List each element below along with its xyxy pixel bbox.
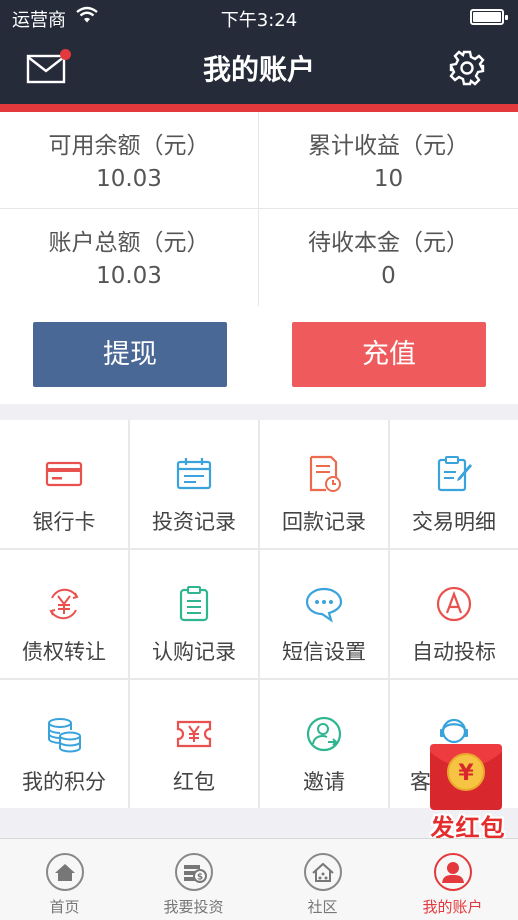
grid-label: 红包 <box>173 770 215 794</box>
grid-label: 认购记录 <box>152 640 236 664</box>
action-buttons: 提现 充值 <box>0 306 518 404</box>
grid-item-invest-record[interactable]: 投资记录 <box>130 420 258 548</box>
tab-bar: 首页 $ 我要投资 社区 我的账户 <box>0 838 518 920</box>
status-bar: 运营商 下午3:24 <box>0 0 518 36</box>
grid-label: 回款记录 <box>282 510 366 534</box>
grid-item-debt-transfer[interactable]: 债权转让 <box>0 550 128 678</box>
grid-item-subscription-record[interactable]: 认购记录 <box>130 550 258 678</box>
grid-label: 短信设置 <box>282 640 366 664</box>
red-packet-icon: ¥ <box>430 744 502 810</box>
tab-home[interactable]: 首页 <box>0 839 129 920</box>
tab-invest[interactable]: $ 我要投资 <box>129 839 258 920</box>
page-title: 我的账户 <box>202 53 315 86</box>
total-account: 账户总额（元） 10.03 <box>0 209 259 306</box>
red-packet-symbol: ¥ <box>458 761 474 786</box>
grid-item-repayment-record[interactable]: 回款记录 <box>260 420 388 548</box>
user-invite-icon <box>306 716 342 752</box>
tab-community[interactable]: 社区 <box>258 839 387 920</box>
ticket-yen-icon <box>176 720 212 748</box>
home-icon <box>46 853 84 891</box>
header-accent-line <box>0 104 518 112</box>
summary-value: 10.03 <box>96 166 162 192</box>
summary-label: 累计收益（元） <box>308 133 469 159</box>
account-summary: 可用余额（元） 10.03 累计收益（元） 10 账户总额（元） 10.03 待… <box>0 112 518 306</box>
tab-label: 我的账户 <box>422 898 483 916</box>
tab-label: 首页 <box>49 898 80 916</box>
total-earnings: 累计收益（元） 10 <box>259 112 518 209</box>
bank-card-icon <box>45 461 83 487</box>
auto-bid-icon <box>436 586 472 622</box>
chat-bubble-icon <box>305 587 343 623</box>
tab-label: 我要投资 <box>163 898 224 916</box>
withdraw-button[interactable]: 提现 <box>33 322 227 387</box>
grid-item-red-envelope[interactable]: 红包 <box>130 680 258 808</box>
battery-icon <box>470 9 508 25</box>
red-packet-float-button[interactable]: ¥ 发红包 <box>414 742 518 842</box>
document-clock-icon <box>309 455 341 492</box>
pending-principal: 待收本金（元） 0 <box>259 209 518 306</box>
coins-icon <box>48 718 81 753</box>
grid-item-sms-settings[interactable]: 短信设置 <box>260 550 388 678</box>
calendar-icon <box>176 458 212 490</box>
summary-value: 10 <box>373 166 404 192</box>
user-icon <box>434 853 472 891</box>
available-balance: 可用余额（元） 10.03 <box>0 112 259 209</box>
grid-item-invite[interactable]: 邀请 <box>260 680 388 808</box>
grid-item-my-points[interactable]: 我的积分 <box>0 680 128 808</box>
summary-label: 待收本金（元） <box>308 230 469 256</box>
grid-label: 我的积分 <box>22 770 106 794</box>
grid-label: 交易明细 <box>412 510 496 534</box>
grid-label: 债权转让 <box>22 640 106 664</box>
grid-label: 自动投标 <box>412 640 496 664</box>
summary-label: 账户总额（元） <box>48 230 210 256</box>
tab-my-account[interactable]: 我的账户 <box>388 839 517 920</box>
grid-item-auto-bid[interactable]: 自动投标 <box>390 550 518 678</box>
grid-item-bank-card[interactable]: 银行卡 <box>0 420 128 548</box>
recharge-button[interactable]: 充值 <box>292 322 486 387</box>
clipboard-list-icon <box>179 586 209 622</box>
yen-exchange-icon <box>49 588 79 620</box>
grid-item-transaction-detail[interactable]: 交易明细 <box>390 420 518 548</box>
svg-text:$: $ <box>197 873 203 883</box>
grid-label: 投资记录 <box>152 510 236 534</box>
tab-label: 社区 <box>307 898 338 916</box>
clipboard-pen-icon <box>437 456 472 492</box>
summary-value: 0 <box>381 263 396 289</box>
grid-label: 银行卡 <box>32 510 96 534</box>
status-time: 下午3:24 <box>220 10 298 31</box>
invest-icon: $ <box>175 853 213 891</box>
summary-value: 10.03 <box>96 263 162 289</box>
summary-label: 可用余额（元） <box>48 133 210 159</box>
gear-icon[interactable] <box>448 49 486 87</box>
community-icon <box>304 853 342 891</box>
grid-label: 邀请 <box>303 770 345 794</box>
